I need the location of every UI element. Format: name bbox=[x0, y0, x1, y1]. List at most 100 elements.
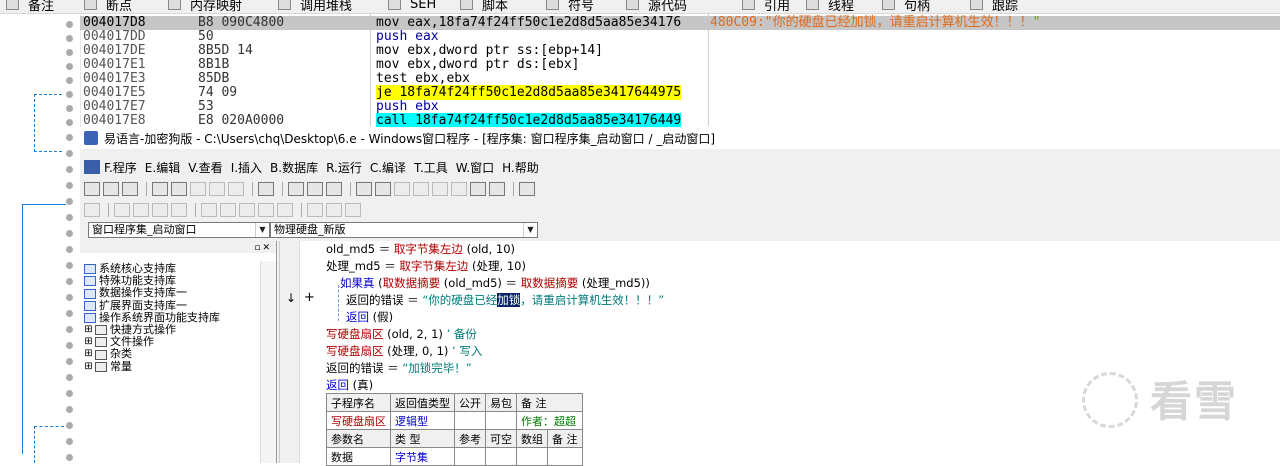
tab-notes[interactable]: 备注 bbox=[6, 0, 54, 13]
disasm-row[interactable]: 004017DE 8B5D 14 mov ebx,dword ptr ss:[e… bbox=[80, 44, 1280, 58]
menu-compile[interactable]: C.编译 bbox=[370, 159, 406, 176]
new-file-icon[interactable] bbox=[84, 181, 100, 196]
hand-icon[interactable] bbox=[489, 181, 505, 196]
step-icon[interactable] bbox=[394, 181, 410, 196]
align-right-icon[interactable] bbox=[152, 202, 168, 217]
menu-view[interactable]: V.查看 bbox=[188, 159, 222, 176]
breakpoint-dot[interactable] bbox=[66, 374, 73, 381]
code-line[interactable]: 处理_md5 ＝ 取字节集左边 (处理, 10) bbox=[326, 258, 526, 274]
chevron-down-icon[interactable]: ▼ bbox=[255, 223, 269, 237]
breakpoint-dot[interactable] bbox=[66, 49, 73, 56]
breakpoint-dot[interactable] bbox=[66, 454, 73, 461]
disasm-row[interactable]: 004017E1 8B1B mov ebx,dword ptr ds:[ebx] bbox=[80, 58, 1280, 72]
tree-item[interactable]: 扩展界面支持库一 bbox=[84, 299, 220, 312]
braces-icon[interactable] bbox=[470, 181, 486, 196]
breakpoint-dot[interactable] bbox=[66, 63, 73, 70]
window-titlebar[interactable]: 易语言-加密狗版 - C:\Users\chq\Desktop\6.e - Wi… bbox=[80, 127, 1280, 149]
tab-source[interactable]: 源代码 bbox=[626, 0, 687, 13]
code-line[interactable]: old_md5 ＝ 取字节集左边 (old, 10) bbox=[326, 241, 515, 257]
breakpoint-dot[interactable] bbox=[66, 198, 73, 205]
table-cell[interactable] bbox=[485, 411, 517, 430]
menu-database[interactable]: B.数据库 bbox=[270, 159, 318, 176]
tree-item[interactable]: ⊞ 常量 bbox=[84, 360, 220, 373]
align-center-icon[interactable] bbox=[133, 202, 149, 217]
subroutine-select[interactable]: 物理硬盘_新版 ▼ bbox=[270, 222, 538, 238]
menu-insert[interactable]: I.插入 bbox=[231, 159, 262, 176]
disasm-row[interactable]: 004017E5 74 09 je 18fa74f24ff50c1e2d8d5a… bbox=[80, 85, 1280, 100]
breakpoint-dot[interactable] bbox=[66, 21, 73, 28]
code-line[interactable]: 写硬盘扇区 (old, 2, 1) ’ 备份 bbox=[326, 326, 477, 342]
table-cell[interactable] bbox=[454, 411, 486, 430]
align-bottom-icon[interactable] bbox=[220, 202, 236, 217]
stop-icon[interactable] bbox=[375, 181, 391, 196]
code-line[interactable]: 返回的错误 ＝ “加锁完毕！” bbox=[326, 360, 472, 376]
menu-window[interactable]: W.窗口 bbox=[456, 159, 494, 176]
breakpoint-dot[interactable] bbox=[66, 262, 73, 269]
align-left-icon[interactable] bbox=[114, 202, 130, 217]
tab-call-stack[interactable]: 调用堆栈 bbox=[278, 0, 352, 13]
expand-icon[interactable]: ⊞ bbox=[84, 348, 93, 360]
disasm-row[interactable]: 004017DD 50 push eax bbox=[80, 30, 1280, 44]
space-horizontal-icon[interactable] bbox=[307, 202, 323, 217]
tab-threads[interactable]: 线程 bbox=[806, 0, 854, 13]
expand-icon[interactable]: ⊞ bbox=[84, 324, 93, 336]
code-line[interactable]: 如果真 (取数据摘要 (old_md5) ＝ 取数据摘要 (处理_md5)) bbox=[340, 275, 650, 291]
disasm-row-selected[interactable]: 004017D8 B8 090C4800 mov eax,18fa74f24ff… bbox=[80, 16, 1280, 30]
table-cell[interactable]: 写硬盘扇区 bbox=[326, 411, 391, 430]
tab-memory-map[interactable]: 内存映射 bbox=[168, 0, 242, 13]
breakpoint-dot[interactable] bbox=[66, 358, 73, 365]
run-icon[interactable] bbox=[356, 181, 372, 196]
align-grid-icon[interactable] bbox=[84, 202, 100, 217]
code-editor[interactable]: ↓ + old_md5 ＝ 取字节集左边 (old, 10) 处理_md5 ＝ … bbox=[279, 241, 1280, 466]
menu-tools[interactable]: T.工具 bbox=[414, 159, 448, 176]
layout-icon[interactable] bbox=[288, 181, 304, 196]
code-line[interactable]: 返回 (真) bbox=[326, 377, 373, 393]
breakpoint-dot[interactable] bbox=[66, 326, 73, 333]
cut-icon[interactable] bbox=[152, 181, 168, 196]
code-line[interactable]: 返回 (假) bbox=[346, 309, 393, 325]
table-row[interactable]: 写硬盘扇区 逻辑型 作者：超超 bbox=[326, 411, 583, 430]
align-top-icon[interactable] bbox=[171, 202, 187, 217]
same-height-icon[interactable] bbox=[258, 202, 274, 217]
menu-program[interactable]: F.程序 bbox=[104, 159, 137, 176]
menu-edit[interactable]: E.编辑 bbox=[145, 159, 180, 176]
breakpoint-dot[interactable] bbox=[66, 278, 73, 285]
tab-breakpoints[interactable]: 断点 bbox=[84, 0, 132, 13]
expand-icon[interactable]: ⊞ bbox=[84, 361, 93, 373]
panel-close-buttons[interactable]: ▫✕ bbox=[254, 243, 272, 253]
center-window-icon[interactable] bbox=[345, 202, 361, 217]
tree-item[interactable]: 数据操作支持库一 bbox=[84, 287, 220, 299]
breakpoint-dot[interactable] bbox=[66, 35, 73, 42]
tab-symbols[interactable]: 符号 bbox=[546, 0, 594, 13]
breakpoint-dot[interactable] bbox=[66, 230, 73, 237]
step-into-icon[interactable] bbox=[413, 181, 429, 196]
disasm-row[interactable]: 004017E7 53 push ebx bbox=[80, 100, 1280, 114]
open-folder-icon[interactable] bbox=[103, 181, 119, 196]
assembly-select[interactable]: 窗口程序集_启动窗口 ▼ bbox=[88, 222, 270, 238]
find-icon[interactable] bbox=[258, 181, 274, 196]
copy-icon[interactable] bbox=[171, 181, 187, 196]
window-icon[interactable] bbox=[307, 181, 323, 196]
redo-icon[interactable] bbox=[228, 181, 244, 196]
breakpoint-dot[interactable] bbox=[66, 150, 73, 157]
disasm-row[interactable]: 004017E3 85DB test ebx,ebx bbox=[80, 72, 1280, 86]
tree-item[interactable]: ⊞ 文件操作 bbox=[84, 336, 220, 348]
breakpoint-dot[interactable] bbox=[66, 214, 73, 221]
breakpoint-dot[interactable] bbox=[66, 390, 73, 397]
panel-scrollbar[interactable] bbox=[260, 261, 276, 463]
expand-block-icon[interactable]: + bbox=[304, 290, 315, 305]
breakpoint-dot[interactable] bbox=[66, 342, 73, 349]
undo-icon[interactable] bbox=[209, 181, 225, 196]
breakpoint-dot[interactable] bbox=[66, 438, 73, 445]
same-size-icon[interactable] bbox=[277, 202, 293, 217]
breakpoint-dot[interactable] bbox=[66, 294, 73, 301]
tab-references[interactable]: 引用 bbox=[742, 0, 790, 13]
tree-item[interactable]: ⊞ 杂类 bbox=[84, 348, 220, 360]
debug-icon[interactable] bbox=[519, 181, 535, 196]
disasm-row[interactable]: 004017E8 E8 020A0000 call 18fa74f24ff50c… bbox=[80, 113, 1280, 128]
tab-handles[interactable]: 句柄 bbox=[882, 0, 930, 13]
breakpoint-dot[interactable] bbox=[66, 310, 73, 317]
breakpoint-dot[interactable] bbox=[66, 77, 73, 84]
same-width-icon[interactable] bbox=[239, 202, 255, 217]
save-icon[interactable] bbox=[122, 181, 138, 196]
